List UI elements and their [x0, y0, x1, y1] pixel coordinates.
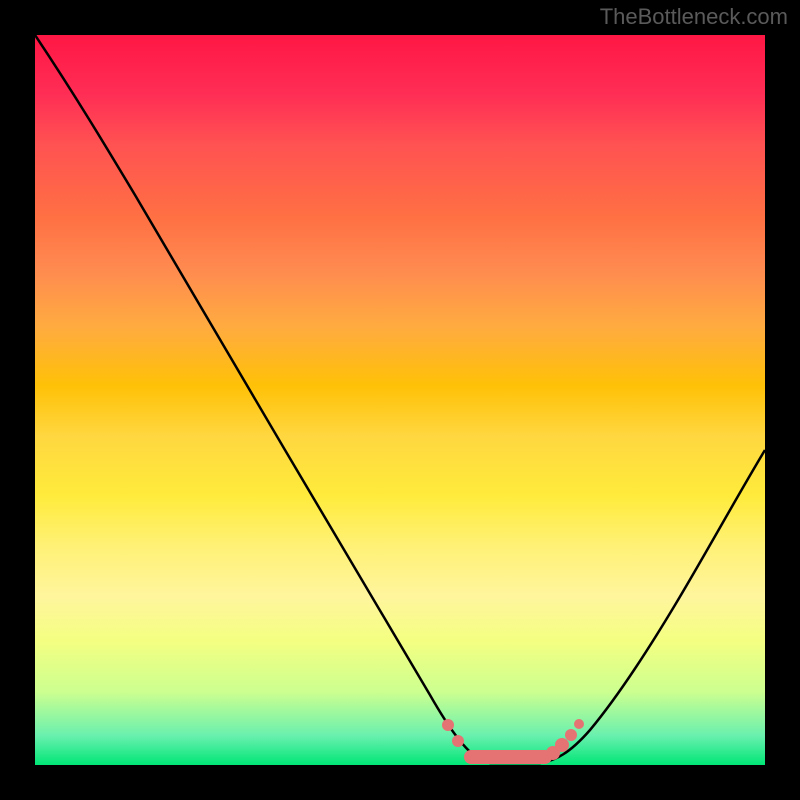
highlight-dot: [565, 729, 577, 741]
plot-area: [35, 35, 765, 765]
highlight-dot: [452, 735, 464, 747]
optimal-zone-highlight: [35, 35, 765, 765]
highlight-dot: [442, 719, 454, 731]
highlight-dot: [574, 719, 584, 729]
watermark-text: TheBottleneck.com: [600, 4, 788, 30]
highlight-dot: [555, 738, 569, 752]
